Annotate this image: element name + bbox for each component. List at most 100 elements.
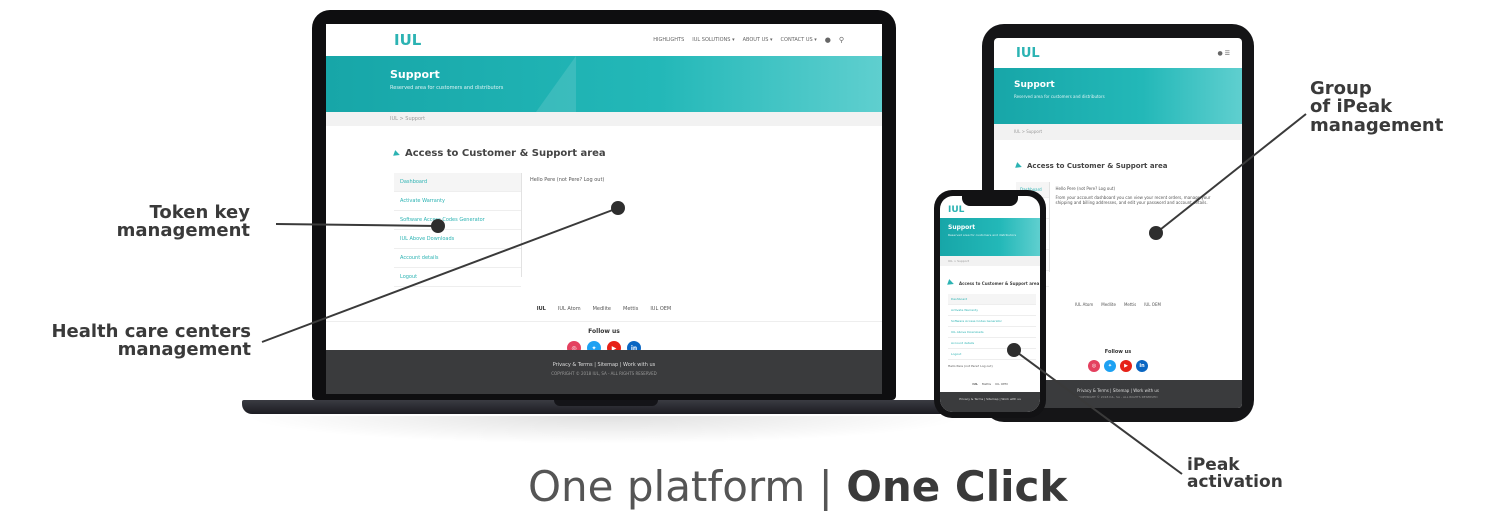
- menu-item-codes[interactable]: Software Access Codes Generator: [948, 316, 1036, 327]
- tagline-bold: One Click: [846, 462, 1068, 511]
- phone-section-title: Access to Customer & Support area: [947, 279, 1040, 287]
- footer-links[interactable]: Privacy & Terms | Sitemap | Work with us: [326, 362, 882, 368]
- callout-group-ipeak: Group of iPeak management: [1310, 79, 1496, 136]
- brand-medlite[interactable]: Medlite: [593, 306, 611, 312]
- callout-health-care: Health care centers management: [0, 322, 251, 361]
- tablet-account-panel: Dashboard Activate Warranty Software Acc…: [1016, 182, 1226, 287]
- brand-mettis[interactable]: Mettis: [982, 382, 991, 386]
- callout-ipeak-activation: iPeak activation: [1187, 456, 1337, 493]
- phone-greeting: Hello Pere (not Pere? Log out): [948, 364, 993, 368]
- tablet-section-title-text: Access to Customer & Support area: [1027, 162, 1168, 170]
- follow-us-label: Follow us: [588, 328, 620, 335]
- brand-strip: IUL IUL Atom Medlite Mettis IUL OEM: [326, 303, 882, 315]
- phone-brand-strip: IUL Mettis IUL OEM: [940, 382, 1040, 386]
- brand-iul[interactable]: IUL: [537, 306, 546, 312]
- phone-section-title-text: Access to Customer & Support area: [959, 280, 1040, 286]
- greeting-text: Hello Pere (not Pere? Log out): [530, 177, 605, 183]
- laptop-website: IUL HIGHLIGHTS IUL SOLUTIONS ▾ ABOUT US …: [326, 24, 882, 394]
- phone-logo[interactable]: IUL: [948, 205, 964, 215]
- phone-account-menu: Dashboard Activate Warranty Software Acc…: [948, 294, 1036, 360]
- callout-token-line2: management: [116, 220, 250, 242]
- divider: [326, 321, 882, 322]
- main-nav: HIGHLIGHTS IUL SOLUTIONS ▾ ABOUT US ▾ CO…: [653, 36, 844, 44]
- brand-atom[interactable]: IUL Atom: [1075, 302, 1093, 307]
- search-icon[interactable]: ⚲: [839, 36, 844, 44]
- copyright: COPYRIGHT © 2018 IUL, SA - ALL RIGHTS RE…: [551, 371, 657, 376]
- nav-item-about[interactable]: ABOUT US ▾: [743, 37, 773, 43]
- hero-subtitle: Reserved area for customers and distribu…: [390, 85, 504, 91]
- brand-mettis[interactable]: Mettis: [1124, 302, 1136, 307]
- callout-ipeak-line2: activation: [1187, 472, 1283, 493]
- menu-item-logout[interactable]: Logout: [394, 268, 521, 287]
- site-logo[interactable]: IUL: [394, 31, 421, 49]
- menu-item-account[interactable]: Account details: [394, 249, 521, 268]
- callout-group-line2: of iPeak: [1310, 96, 1393, 118]
- brand-atom[interactable]: IUL Atom: [558, 306, 581, 312]
- menu-item-warranty[interactable]: Activate Warranty: [394, 192, 521, 211]
- tablet-section-title: Access to Customer & Support area: [1015, 162, 1242, 170]
- menu-item-dashboard[interactable]: Dashboard: [394, 173, 521, 192]
- breadcrumb[interactable]: IUL > Support: [326, 112, 882, 126]
- section-title-text: Access to Customer & Support area: [405, 148, 606, 159]
- laptop-shadow: [242, 416, 969, 444]
- menu-item-downloads[interactable]: IUL Above Downloads: [948, 327, 1036, 338]
- nav-item-contact[interactable]: CONTACT US ▾: [781, 37, 817, 43]
- brand-oem[interactable]: IUL OEM: [1144, 302, 1161, 307]
- phone-screen: IUL Support Reserved area for customers …: [940, 196, 1040, 412]
- tablet-header: IUL ● ☰: [994, 38, 1242, 68]
- phone-breadcrumb[interactable]: IUL > Support: [940, 256, 1040, 266]
- brand-oem[interactable]: IUL OEM: [995, 382, 1008, 386]
- tablet-hero-subtitle: Reserved area for customers and distribu…: [1014, 94, 1105, 99]
- menu-item-downloads[interactable]: IUL Above Downloads: [394, 230, 521, 249]
- tablet-hero-title: Support: [1014, 80, 1055, 90]
- twitter-icon[interactable]: ✦: [1104, 360, 1116, 372]
- menu-item-logout[interactable]: Logout: [948, 349, 1036, 360]
- arrow-icon: [947, 279, 955, 287]
- hero-banner: Support Reserved area for customers and …: [326, 56, 882, 112]
- nav-item-highlights[interactable]: HIGHLIGHTS: [653, 37, 684, 43]
- tablet-menu-icon[interactable]: ● ☰: [1217, 50, 1230, 57]
- brand-oem[interactable]: IUL OEM: [650, 306, 671, 312]
- tablet-hero: Support Reserved area for customers and …: [994, 68, 1242, 124]
- callout-token-key: Token key management: [60, 203, 250, 242]
- menu-item-account[interactable]: Account details: [948, 338, 1036, 349]
- tagline-light: One platform |: [528, 462, 847, 511]
- user-icon[interactable]: ●: [825, 36, 831, 44]
- callout-group-line3: management: [1310, 114, 1444, 136]
- hero-decoration: [536, 56, 576, 112]
- youtube-icon[interactable]: ▶: [1120, 360, 1132, 372]
- arrow-icon: [1015, 162, 1023, 170]
- tablet-greeting: Hello Pere (not Pere? Log out): [1055, 186, 1116, 191]
- phone-hero-subtitle: Reserved area for customers and distribu…: [948, 233, 1017, 237]
- linkedin-icon[interactable]: in: [1136, 360, 1148, 372]
- phone-hero: Support Reserved area for customers and …: [940, 218, 1040, 256]
- phone-hero-title: Support: [948, 224, 976, 231]
- tablet-logo[interactable]: IUL: [1016, 46, 1040, 61]
- instagram-icon[interactable]: ◎: [1088, 360, 1100, 372]
- site-header: IUL HIGHLIGHTS IUL SOLUTIONS ▾ ABOUT US …: [326, 24, 882, 56]
- hero-title: Support: [390, 68, 440, 81]
- tablet-content: Hello Pere (not Pere? Log out) From your…: [1050, 182, 1226, 272]
- tablet-breadcrumb[interactable]: IUL > Support: [994, 124, 1242, 140]
- arrow-icon: [393, 149, 401, 158]
- phone-footer-links[interactable]: Privacy & Terms | Sitemap | Work with us: [940, 397, 1040, 401]
- section-title: Access to Customer & Support area: [393, 148, 882, 159]
- laptop-notch: [554, 400, 658, 406]
- phone-footer: Privacy & Terms | Sitemap | Work with us: [940, 392, 1040, 412]
- account-panel: Dashboard Activate Warranty Software Acc…: [394, 173, 814, 287]
- callout-health-line2: management: [117, 339, 251, 361]
- menu-item-dashboard[interactable]: Dashboard: [948, 294, 1036, 305]
- phone-notch: [962, 196, 1018, 206]
- tablet-dashboard-text: From your account dashboard you can view…: [1055, 195, 1211, 205]
- phone-website: IUL Support Reserved area for customers …: [940, 196, 1040, 412]
- nav-item-solutions[interactable]: IUL SOLUTIONS ▾: [692, 37, 734, 43]
- menu-item-codes[interactable]: Software Access Codes Generator: [394, 211, 521, 230]
- site-footer: Privacy & Terms | Sitemap | Work with us…: [326, 350, 882, 394]
- laptop-screen: IUL HIGHLIGHTS IUL SOLUTIONS ▾ ABOUT US …: [326, 24, 882, 394]
- brand-medlite[interactable]: Medlite: [1101, 302, 1116, 307]
- account-menu: Dashboard Activate Warranty Software Acc…: [394, 173, 522, 287]
- menu-item-warranty[interactable]: Activate Warranty: [948, 305, 1036, 316]
- brand-iul[interactable]: IUL: [972, 382, 977, 386]
- tagline: One platform | One Click: [528, 462, 1067, 511]
- brand-mettis[interactable]: Mettis: [623, 306, 638, 312]
